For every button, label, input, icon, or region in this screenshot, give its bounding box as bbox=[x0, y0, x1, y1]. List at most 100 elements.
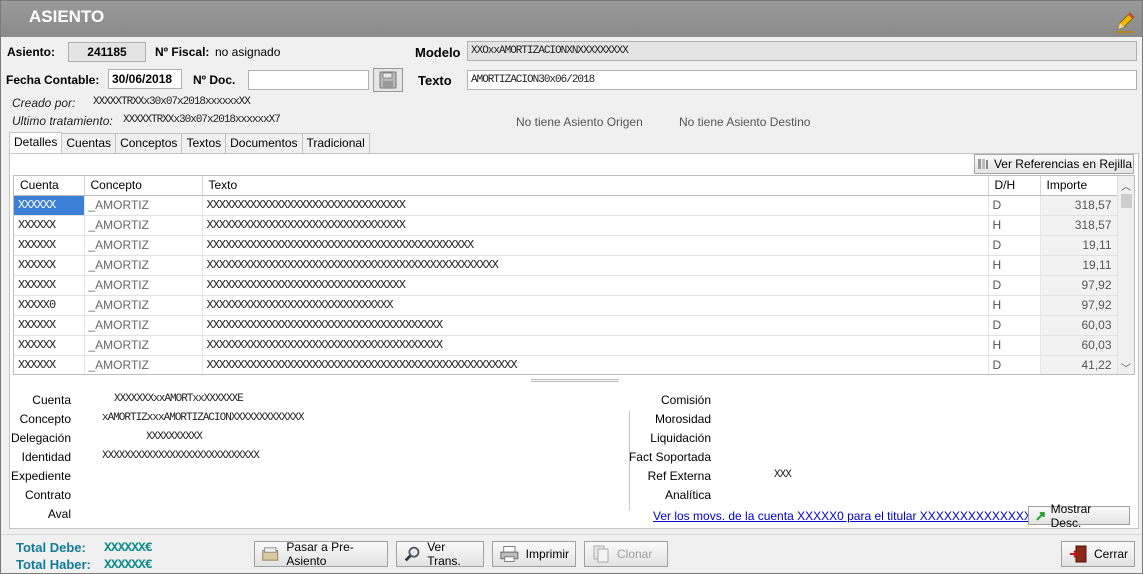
mostrar-desc-button[interactable]: Mostrar Desc. bbox=[1028, 502, 1130, 530]
asiento-destino-text: No tiene Asiento Destino bbox=[679, 115, 811, 129]
table-row[interactable]: XXXXXX _AMORTIZ XXXXXXXXXXXXXXXXXXXXXXXX… bbox=[14, 235, 1119, 256]
detail-contrato-label: Contrato bbox=[24, 488, 71, 502]
fecha-field[interactable]: 30/06/2018 bbox=[108, 69, 182, 89]
table-row[interactable]: XXXXXX _AMORTIZ XXXXXXXXXXXXXXXXXXXXXXXX… bbox=[14, 275, 1119, 296]
book-icon bbox=[977, 159, 988, 169]
column-header-cuenta[interactable]: Cuenta bbox=[14, 176, 85, 196]
cell-dh: D bbox=[988, 195, 1041, 216]
cell-importe: 97,92 bbox=[1040, 275, 1119, 296]
fiscal-value: no asignado bbox=[215, 45, 281, 59]
clonar-button[interactable]: Clonar bbox=[584, 541, 668, 567]
detail-cuenta-value: XXXXXXXxxAMORTxxXXXXXXE bbox=[114, 393, 244, 405]
table-row[interactable]: XXXXXX _AMORTIZ XXXXXXXXXXXXXXXXXXXXXXXX… bbox=[14, 255, 1119, 276]
ver-referencias-label: Ver Referencias en Rejilla bbox=[993, 157, 1133, 171]
grid-vertical-scrollbar[interactable]: ︿ ﹀ bbox=[1117, 176, 1134, 374]
cell-importe: 19,11 bbox=[1040, 235, 1119, 256]
detail-identidad-label: Identidad bbox=[21, 450, 71, 464]
printer-icon bbox=[500, 546, 519, 562]
scrollbar-thumb[interactable] bbox=[1121, 194, 1132, 208]
modelo-label: Modelo bbox=[415, 45, 461, 60]
cell-importe: 318,57 bbox=[1040, 215, 1119, 236]
creado-value: XXXXXTRXXx30x07x2018xxxxxxXX bbox=[93, 96, 251, 108]
ver-movs-link[interactable]: Ver los movs. de la cuenta XXXXX0 para e… bbox=[653, 509, 1032, 523]
detail-identidad-value: XXXXXXXXXXXXXXXXXXXXXXXXXXXX bbox=[102, 450, 260, 462]
cerrar-button[interactable]: Cerrar bbox=[1061, 541, 1135, 567]
tab-conceptos[interactable]: Conceptos bbox=[115, 133, 183, 153]
doc-field[interactable] bbox=[248, 70, 369, 90]
cell-dh: D bbox=[988, 355, 1041, 374]
window-title: ASIENTO bbox=[29, 7, 105, 26]
title-bar: ASIENTO bbox=[1, 1, 1142, 37]
table-row[interactable]: XXXXXX _AMORTIZ XXXXXXXXXXXXXXXXXXXXXXXX… bbox=[14, 335, 1119, 356]
table-row[interactable]: XXXXXX _AMORTIZ XXXXXXXXXXXXXXXXXXXXXXXX… bbox=[14, 195, 1119, 216]
creado-label: Creado por: bbox=[12, 96, 76, 110]
cell-dh: D bbox=[988, 315, 1041, 336]
cell-texto: XXXXXXXXXXXXXXXXXXXXXXXXXXXXXXXXXXXXXX bbox=[202, 335, 989, 356]
cell-dh: H bbox=[988, 255, 1041, 276]
cell-importe: 60,03 bbox=[1040, 335, 1119, 356]
ver-trans-button[interactable]: Ver Trans. bbox=[396, 540, 484, 568]
tab-detalles[interactable]: Detalles bbox=[9, 132, 63, 153]
detail-morosidad-label: Morosidad bbox=[654, 412, 711, 426]
cell-cuenta: XXXXXX bbox=[14, 315, 85, 336]
cell-dh: H bbox=[988, 335, 1041, 356]
cell-concepto: _AMORTIZ bbox=[84, 235, 203, 256]
floppy-icon bbox=[379, 71, 397, 89]
detail-ref-externa-label: Ref Externa bbox=[647, 469, 711, 483]
scroll-down-icon[interactable]: ﹀ bbox=[1121, 360, 1131, 374]
texto-label: Texto bbox=[418, 73, 452, 88]
column-header-texto[interactable]: Texto bbox=[202, 176, 989, 196]
cell-texto: XXXXXXXXXXXXXXXXXXXXXXXXXXXXXXXXXXXXXXXX… bbox=[202, 355, 989, 374]
detail-liquidacion-label: Liquidación bbox=[650, 431, 711, 445]
modelo-field[interactable]: XXOxxAMORTIZACIONXNXXXXXXXXX bbox=[467, 41, 1137, 61]
tab-textos[interactable]: Textos bbox=[181, 133, 227, 153]
exit-door-icon bbox=[1069, 545, 1087, 563]
scroll-up-icon[interactable]: ︿ bbox=[1121, 178, 1131, 193]
asiento-origen-text: No tiene Asiento Origen bbox=[516, 115, 643, 129]
cell-cuenta: XXXXX0 bbox=[14, 295, 85, 316]
arrow-icon bbox=[1036, 511, 1045, 521]
table-row[interactable]: XXXXXX _AMORTIZ XXXXXXXXXXXXXXXXXXXXXXXX… bbox=[14, 215, 1119, 236]
tab-tradicional[interactable]: Tradicional bbox=[301, 133, 370, 153]
imprimir-button[interactable]: Imprimir bbox=[492, 541, 576, 567]
cell-concepto: _AMORTIZ bbox=[84, 275, 203, 296]
detail-cuenta-label: Cuenta bbox=[32, 393, 71, 407]
mostrar-desc-label: Mostrar Desc. bbox=[1050, 501, 1092, 530]
texto-field[interactable]: AMORTIZACION30x06/2018 bbox=[467, 70, 1137, 90]
total-debe-label: Total Debe: bbox=[16, 540, 86, 555]
cell-importe: 318,57 bbox=[1040, 195, 1119, 216]
total-haber-label: Total Haber: bbox=[16, 557, 91, 572]
cell-cuenta: XXXXXX bbox=[14, 235, 85, 256]
column-header-importe[interactable]: Importe bbox=[1040, 176, 1119, 196]
cell-texto: XXXXXXXXXXXXXXXXXXXXXXXXXXXXXXXX bbox=[202, 275, 989, 296]
cell-cuenta: XXXXXX bbox=[14, 355, 85, 374]
save-button[interactable] bbox=[373, 68, 403, 92]
cell-concepto: _AMORTIZ bbox=[84, 255, 203, 276]
table-row[interactable]: XXXXX0 _AMORTIZ XXXXXXXXXXXXXXXXXXXXXXXX… bbox=[14, 295, 1119, 316]
pasar-pre-asiento-button[interactable]: Pasar a Pre-Asiento bbox=[254, 540, 388, 568]
cell-texto: XXXXXXXXXXXXXXXXXXXXXXXXXXXXXX bbox=[202, 295, 989, 316]
cell-dh: D bbox=[988, 275, 1041, 296]
tab-documentos[interactable]: Documentos bbox=[225, 133, 303, 153]
pencil-icon[interactable] bbox=[1114, 11, 1136, 33]
panel-splitter[interactable] bbox=[531, 379, 619, 382]
tratamiento-value: XXXXXTRXXx30x07x2018xxxxxxX7 bbox=[123, 114, 281, 126]
cell-concepto: _AMORTIZ bbox=[84, 215, 203, 236]
tab-cuentas[interactable]: Cuentas bbox=[61, 133, 117, 153]
cell-concepto: _AMORTIZ bbox=[84, 195, 203, 216]
tab-bar: Detalles Cuentas Conceptos Textos Docume… bbox=[9, 132, 370, 153]
asiento-window: ASIENTO Asiento: 241185 Nº Fiscal: no as… bbox=[0, 0, 1143, 574]
table-row[interactable]: XXXXXX _AMORTIZ XXXXXXXXXXXXXXXXXXXXXXXX… bbox=[14, 355, 1119, 374]
cell-importe: 19,11 bbox=[1040, 255, 1119, 276]
cell-texto: XXXXXXXXXXXXXXXXXXXXXXXXXXXXXXXX bbox=[202, 215, 989, 236]
ver-referencias-button[interactable]: Ver Referencias en Rejilla bbox=[974, 154, 1134, 174]
table-row[interactable]: XXXXXX _AMORTIZ XXXXXXXXXXXXXXXXXXXXXXXX… bbox=[14, 315, 1119, 336]
column-header-concepto[interactable]: Concepto bbox=[84, 176, 203, 196]
pasar-pre-asiento-label: Pasar a Pre-Asiento bbox=[286, 540, 354, 568]
document-icon bbox=[262, 547, 279, 561]
cell-cuenta: XXXXXX bbox=[14, 275, 85, 296]
clonar-label: Clonar bbox=[617, 547, 653, 561]
cell-importe: 60,03 bbox=[1040, 315, 1119, 336]
doc-label: Nº Doc. bbox=[193, 73, 236, 87]
column-header-dh[interactable]: D/H bbox=[988, 176, 1041, 196]
